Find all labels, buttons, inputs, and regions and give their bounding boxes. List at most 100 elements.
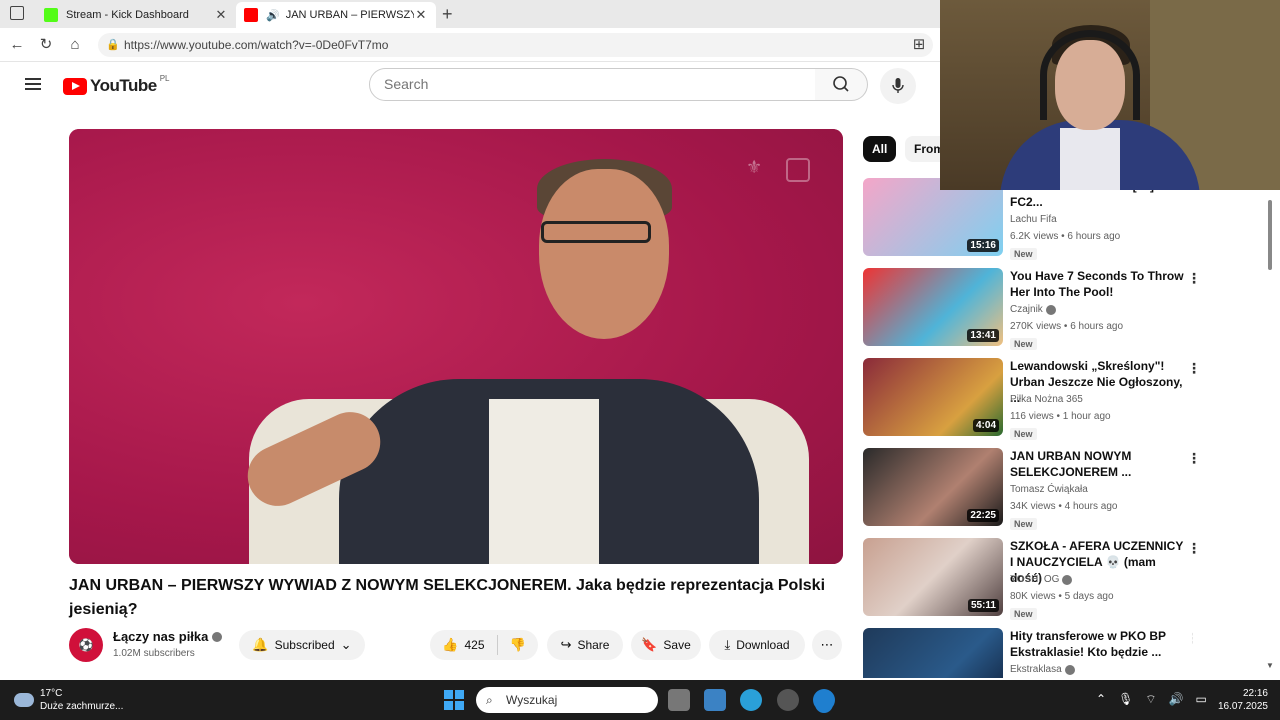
menu-icon[interactable] [25,78,41,90]
back-icon[interactable]: ← [8,36,26,54]
chrome-icon[interactable] [777,689,799,711]
taskbar-clock[interactable]: 22:16 16.07.2025 [1212,687,1268,713]
recommendation-title[interactable]: JAN URBAN NOWYM SELEKCJONEREM ... [1010,448,1185,480]
recommendation-channel[interactable]: Tomasz Ćwiąkała [1010,484,1088,495]
video-title: JAN URBAN – PIERWSZY WYWIAD Z NOWYM SELE… [69,577,826,618]
bell-icon: 🔔 [252,637,269,652]
scrollbar-thumb[interactable] [1268,200,1272,270]
url-field[interactable]: 🔒 https://www.youtube.com/watch?v=-0De0F… [98,33,933,57]
video-thumbnail[interactable]: 13:41 [863,268,1003,346]
recommendation-channel[interactable]: Lachu Fifa [1010,214,1057,225]
channel-watermark-icon: ⚜ [746,157,763,177]
recommendation-title[interactable]: You Have 7 Seconds To Throw Her Into The… [1010,268,1185,300]
new-badge: New [1010,608,1037,620]
more-vertical-icon[interactable]: ⋮ [1187,630,1193,647]
kick-icon [44,8,58,22]
duration-badge: 15:16 [967,239,999,252]
logo-text: YouTube [90,76,157,95]
like-count[interactable]: 425 [464,638,484,652]
search-input[interactable]: Search [369,68,816,101]
video-thumbnail[interactable]: 4:04 [863,358,1003,436]
subscribed-label: Subscribed [274,638,335,652]
wifi-icon[interactable]: ⌔ [1145,692,1156,707]
miniplayer-icon[interactable] [786,158,810,182]
more-vertical-icon[interactable]: ⋮ [1187,540,1201,557]
video-thumbnail[interactable] [863,628,1003,678]
channel-avatar[interactable]: ⚽ [69,628,103,662]
like-separator [496,635,498,655]
speaker-icon[interactable]: 🔊 [266,9,280,22]
weather-desc: Duże zachmurze... [40,701,124,712]
channel-text: Tomasz Ćwiąkała [1010,484,1088,495]
more-vertical-icon[interactable]: ⋮ [1187,450,1201,467]
edge-icon[interactable] [813,689,835,711]
taskbar-search-input[interactable]: ⌕ Wyszukaj [476,687,658,713]
volume-icon[interactable]: 🔊 [1169,692,1184,707]
video-glasses [541,221,651,243]
chevron-down-icon: ⌄ [340,637,352,652]
more-vertical-icon[interactable]: ⋮ [1187,360,1201,377]
close-tab-icon[interactable]: ✕ [214,7,228,23]
scroll-down-icon[interactable]: ▼ [1266,661,1274,670]
close-tab-icon[interactable]: ✕ [414,7,428,23]
voice-search-button[interactable] [880,68,916,104]
recommendation-item[interactable]: 55:11 SZKOŁA - AFERA UCZENNICY I NAUCZYC… [863,538,1201,620]
more-horizontal-icon: ⋯ [820,637,834,652]
video-thumbnail[interactable]: 22:25 [863,448,1003,526]
chip-all[interactable]: All [863,136,897,162]
webcam-shirt [1060,128,1120,190]
recommendation-item[interactable]: 4:04 Lewandowski „Skreślony"! Urban Jesz… [863,358,1201,440]
search-button[interactable] [815,68,868,101]
tab-actions-icon[interactable] [10,6,24,20]
weather-temp: 17°C [40,688,63,699]
new-badge: New [1010,248,1037,260]
tab-youtube[interactable]: 🔊 JAN URBAN – PIERWSZY WY ✕ [236,2,436,28]
system-tray: ⌃ 🎙 ⌔ 🔊 ▭ [1096,692,1207,707]
video-player[interactable]: ⚜ [69,129,843,564]
new-tab-icon[interactable]: + [442,4,453,25]
more-actions-button[interactable]: ⋯ [812,630,842,660]
subscribed-button[interactable]: 🔔 Subscribed ⌄ [239,630,365,660]
share-button[interactable]: ↪ Share [547,630,623,660]
recommendation-channel[interactable]: Ekstraklasa [1010,664,1075,675]
subscriber-count: 1.02M subscribers [113,648,195,659]
windows-start-icon[interactable] [444,690,464,710]
channel-text: Piłka Nożna 365 [1010,394,1083,405]
home-icon[interactable]: ⌂ [66,36,84,54]
browser-app-icon[interactable] [740,689,762,711]
recommendation-item[interactable]: 15:16 FUTTIES TRAFIONA! [#2] FC2... Lach… [863,178,1193,260]
microphone-icon[interactable]: 🎙 [1118,692,1133,707]
recommendation-item[interactable]: 22:25 JAN URBAN NOWYM SELEKCJONEREM ... … [863,448,1201,530]
duration-badge: 13:41 [967,329,999,342]
youtube-play-icon [63,77,87,95]
recommendation-channel[interactable]: YOSHI OG [1010,574,1073,585]
microsoft-store-icon[interactable] [704,689,726,711]
more-vertical-icon[interactable]: ⋮ [1187,270,1201,287]
youtube-favicon-icon [244,8,258,22]
recommendation-channel[interactable]: Czajnik [1010,304,1056,315]
page-scrollbar[interactable]: ▼ [1266,190,1274,670]
recommendation-item[interactable]: 13:41 You Have 7 Seconds To Throw Her In… [863,268,1201,350]
like-icon[interactable]: 👍 [442,637,458,653]
recommendation-title[interactable]: Hity transferowe w PKO BP Ekstraklasie! … [1010,628,1185,660]
recommendation-channel[interactable]: Piłka Nożna 365 [1010,394,1083,405]
recommendation-item[interactable]: Hity transferowe w PKO BP Ekstraklasie! … [863,628,1193,678]
chevron-up-icon[interactable]: ⌃ [1096,692,1106,707]
refresh-icon[interactable]: ↻ [37,36,55,54]
video-thumbnail[interactable]: 55:11 [863,538,1003,616]
save-button[interactable]: 🔖 Save [631,630,701,660]
channel-name[interactable]: Łączy nas piłka [113,629,223,644]
weather-widget[interactable]: 17°C Duże zachmurze... [14,687,123,713]
verified-icon [1045,304,1056,315]
tab-kick-dashboard[interactable]: Stream - Kick Dashboard ✕ [36,2,236,28]
duration-badge: 55:11 [967,599,999,612]
battery-icon[interactable]: ▭ [1196,692,1207,707]
clock-time: 22:16 [1242,688,1268,699]
duration-badge: 4:04 [972,419,999,432]
split-screen-icon[interactable]: ⊞ [910,36,928,54]
dislike-icon[interactable]: 👎 [510,637,526,653]
youtube-logo[interactable]: YouTube PL [63,74,170,96]
task-view-icon[interactable] [668,689,690,711]
search-icon: ⌕ [486,693,493,707]
download-button[interactable]: ⤓ Download [709,630,805,660]
